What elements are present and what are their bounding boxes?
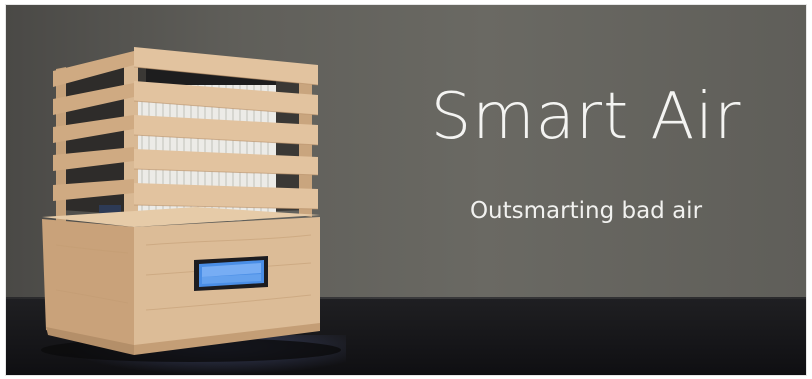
air-purifier-illustration (41, 47, 341, 362)
headline: Smart Air (430, 80, 742, 154)
hero-image: Smart Air Outsmarting bad air (6, 5, 806, 375)
lcd-display (194, 256, 268, 291)
tagline: Outsmarting bad air (469, 198, 703, 224)
